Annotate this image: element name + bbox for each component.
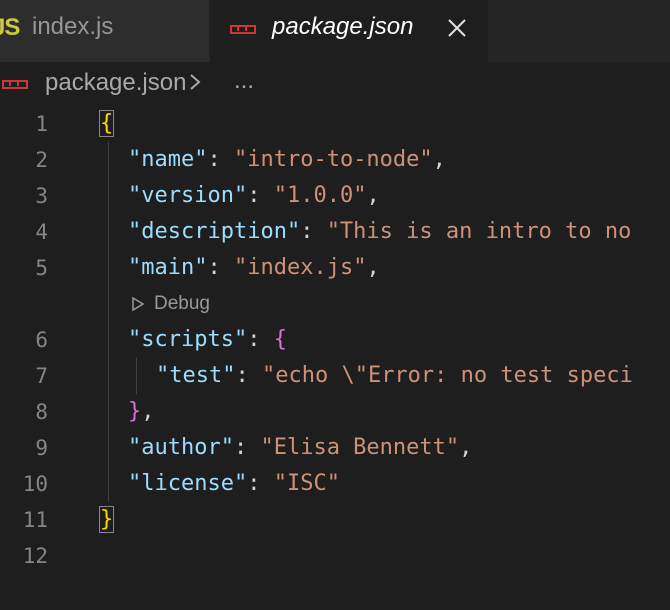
- tab-bar: JS index.js package.json: [0, 0, 670, 62]
- line-number: 8: [35, 400, 48, 424]
- code-line: "name": "intro-to-node",: [128, 142, 446, 178]
- tab-package-json[interactable]: package.json: [210, 0, 488, 62]
- line-number: 12: [22, 544, 48, 568]
- json-value: "This is an intro to no: [326, 219, 632, 244]
- line-number: 6: [35, 328, 48, 352]
- breadcrumb-file[interactable]: package.json: [45, 69, 186, 97]
- json-comma: ,: [366, 183, 380, 208]
- line-number: 4: [35, 220, 48, 244]
- json-value: "1.0.0": [273, 183, 367, 208]
- tab-label: package.json: [272, 13, 414, 40]
- json-comma: ,: [432, 147, 446, 172]
- json-key: "version": [128, 183, 248, 208]
- tab-label: index.js: [32, 13, 114, 40]
- code-line: "test": "echo \"Error: no test speci: [156, 358, 633, 394]
- line-number: 5: [35, 256, 48, 280]
- json-key: "author": [128, 435, 234, 460]
- json-comma: ,: [141, 399, 155, 424]
- code-line: "license": "ISC": [128, 466, 340, 502]
- code-line: "scripts": {: [128, 322, 287, 358]
- json-colon: :: [207, 255, 234, 280]
- close-icon[interactable]: [446, 17, 468, 39]
- json-colon: :: [235, 363, 262, 388]
- js-file-icon: JS: [0, 14, 20, 41]
- code-line: "version": "1.0.0",: [128, 178, 380, 214]
- json-value: "ISC": [273, 471, 340, 496]
- codelens-label: Debug: [154, 293, 210, 314]
- line-number: 11: [22, 508, 48, 532]
- json-colon: :: [247, 471, 274, 496]
- line-number: 2: [35, 148, 48, 172]
- code-line: }: [98, 502, 115, 538]
- json-colon: :: [247, 327, 274, 352]
- npm-file-icon: [2, 80, 28, 89]
- code-line: "description": "This is an intro to no: [128, 214, 631, 250]
- line-number: 9: [35, 436, 48, 460]
- json-colon: :: [207, 147, 234, 172]
- line-number: 10: [22, 472, 48, 496]
- json-value: "intro-to-node": [233, 147, 433, 172]
- breadcrumb: package.json ...: [0, 62, 670, 106]
- debug-codelens[interactable]: Debug: [130, 286, 210, 322]
- code-line: },: [128, 394, 155, 430]
- json-key: "scripts": [128, 327, 248, 352]
- json-value: "index.js": [233, 255, 367, 280]
- code-line: {: [98, 106, 115, 142]
- close-brace: }: [128, 399, 142, 424]
- json-colon: :: [300, 219, 327, 244]
- line-number: 3: [35, 184, 48, 208]
- json-value: "echo \"Error: no test speci: [261, 363, 633, 388]
- json-comma: ,: [459, 435, 473, 460]
- breadcrumb-more[interactable]: ...: [234, 67, 254, 95]
- indent-guide: [108, 142, 109, 502]
- play-icon: [132, 296, 145, 312]
- json-key: "test": [156, 363, 236, 388]
- line-number: 7: [35, 364, 48, 388]
- close-brace: }: [98, 506, 115, 533]
- npm-file-icon: [230, 25, 256, 34]
- json-key: "license": [128, 471, 248, 496]
- json-key: "description": [128, 219, 301, 244]
- open-brace: {: [98, 110, 115, 137]
- code-editor[interactable]: 1 2 3 4 5 6 7 8 9 10 11 12 { "name": "in…: [0, 106, 670, 610]
- indent-guide: [136, 358, 137, 394]
- json-colon: :: [247, 183, 274, 208]
- code-line: "main": "index.js",: [128, 250, 380, 286]
- tab-index-js[interactable]: JS index.js: [0, 0, 210, 62]
- json-key: "name": [128, 147, 208, 172]
- open-brace: {: [273, 327, 287, 352]
- line-number: 1: [35, 112, 48, 136]
- chevron-right-icon: [190, 74, 201, 90]
- code-line: "author": "Elisa Bennett",: [128, 430, 472, 466]
- json-colon: :: [233, 435, 261, 460]
- json-key: "main": [128, 255, 208, 280]
- json-comma: ,: [366, 255, 380, 280]
- json-value: "Elisa Bennett": [260, 435, 460, 460]
